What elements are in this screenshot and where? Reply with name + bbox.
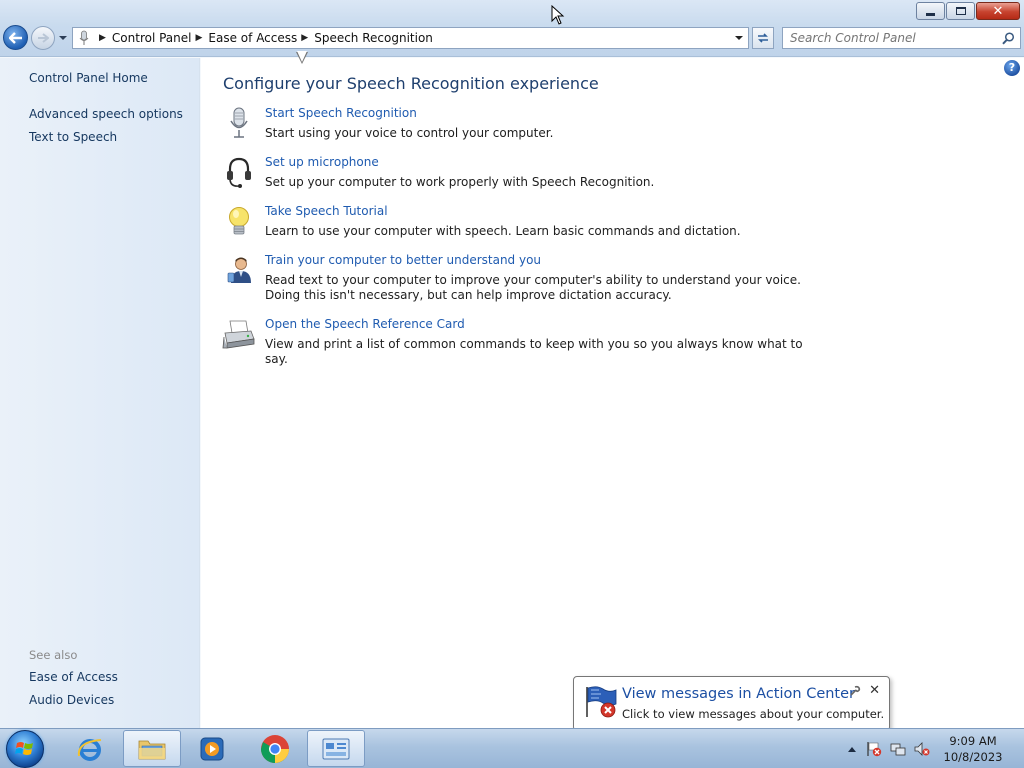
taskbar-windows-explorer[interactable] bbox=[123, 730, 181, 767]
minimize-button[interactable] bbox=[916, 2, 945, 20]
refresh-button[interactable] bbox=[752, 27, 774, 49]
recent-pages-chevron-icon[interactable] bbox=[58, 33, 68, 43]
media-player-icon bbox=[200, 737, 224, 760]
back-button[interactable] bbox=[3, 25, 28, 50]
sidebar-item-ease-of-access[interactable]: Ease of Access bbox=[29, 670, 118, 684]
taskbar-media-player[interactable] bbox=[183, 730, 241, 767]
show-hidden-icons-icon[interactable] bbox=[847, 745, 857, 753]
train-computer-link[interactable]: Train your computer to better understand… bbox=[265, 253, 541, 267]
window-frame: ✕ ▶ Control Panel ▶ Ease of Access ▶ Spe… bbox=[0, 0, 1024, 57]
sidebar-item-advanced-speech-options[interactable]: Advanced speech options bbox=[29, 107, 183, 121]
balloon-tail-inner bbox=[297, 51, 307, 62]
task-start-speech-recognition: Start Speech Recognition Start using you… bbox=[221, 106, 821, 146]
task-description: Start using your voice to control your c… bbox=[265, 126, 554, 140]
breadcrumb-separator-icon[interactable]: ▶ bbox=[99, 33, 106, 43]
back-arrow-icon bbox=[8, 31, 22, 44]
breadcrumb-speech-recognition[interactable]: Speech Recognition bbox=[314, 31, 433, 45]
start-speech-recognition-link[interactable]: Start Speech Recognition bbox=[265, 106, 417, 120]
wrench-options-icon[interactable] bbox=[849, 685, 861, 697]
lightbulb-icon bbox=[229, 207, 249, 235]
breadcrumb-control-panel[interactable]: Control Panel bbox=[112, 31, 192, 45]
action-center-balloon[interactable]: View messages in Action Center Click to … bbox=[573, 676, 890, 731]
task-speech-reference-card: Open the Speech Reference Card View and … bbox=[221, 317, 821, 366]
sidebar-item-audio-devices[interactable]: Audio Devices bbox=[29, 693, 114, 707]
balloon-close-icon[interactable]: ✕ bbox=[869, 683, 880, 698]
task-description: View and print a list of common commands… bbox=[265, 337, 803, 366]
control-panel-icon bbox=[322, 738, 350, 759]
start-button[interactable] bbox=[6, 730, 44, 768]
network-tray-icon[interactable] bbox=[890, 741, 906, 757]
set-up-microphone-link[interactable]: Set up microphone bbox=[265, 155, 379, 169]
sidebar: Control Panel Home Advanced speech optio… bbox=[0, 58, 200, 728]
search-icon[interactable] bbox=[1002, 32, 1015, 45]
balloon-message: Click to view messages about your comput… bbox=[622, 707, 885, 721]
forward-arrow-icon bbox=[38, 33, 49, 43]
help-icon[interactable]: ? bbox=[1004, 60, 1020, 76]
page-title: Configure your Speech Recognition experi… bbox=[223, 74, 599, 93]
sidebar-item-control-panel-home[interactable]: Control Panel Home bbox=[29, 71, 148, 85]
task-set-up-microphone: Set up microphone Set up your computer t… bbox=[221, 155, 821, 195]
taskbar-internet-explorer[interactable] bbox=[61, 730, 119, 767]
clock-time: 9:09 AM bbox=[949, 734, 997, 748]
caption-buttons: ✕ bbox=[916, 2, 1020, 20]
volume-muted-tray-icon[interactable] bbox=[914, 741, 930, 757]
microphone-icon bbox=[230, 107, 248, 138]
refresh-icon bbox=[758, 33, 768, 43]
action-center-flag-icon bbox=[586, 686, 617, 718]
taskbar: 9:09 AM 10/8/2023 bbox=[0, 728, 1024, 768]
breadcrumb-ease-of-access[interactable]: Ease of Access bbox=[208, 31, 297, 45]
sidebar-item-text-to-speech[interactable]: Text to Speech bbox=[29, 130, 117, 144]
printer-icon bbox=[222, 320, 255, 349]
folder-icon bbox=[138, 740, 166, 759]
task-description: Learn to use your computer with speech. … bbox=[265, 224, 741, 238]
speech-address-icon bbox=[73, 28, 95, 48]
take-speech-tutorial-link[interactable]: Take Speech Tutorial bbox=[265, 204, 388, 218]
see-also-heading: See also bbox=[29, 648, 78, 662]
forward-button[interactable] bbox=[31, 26, 55, 50]
open-speech-reference-card-link[interactable]: Open the Speech Reference Card bbox=[265, 317, 465, 331]
restore-button[interactable] bbox=[946, 2, 975, 20]
address-dropdown-icon[interactable] bbox=[734, 33, 744, 43]
balloon-title[interactable]: View messages in Action Center bbox=[622, 686, 855, 702]
headset-icon bbox=[227, 157, 251, 188]
task-speech-tutorial: Take Speech Tutorial Learn to use your c… bbox=[221, 204, 821, 244]
taskbar-control-panel[interactable] bbox=[307, 730, 365, 767]
task-train-computer: Train your computer to better understand… bbox=[221, 253, 821, 309]
search-input[interactable] bbox=[790, 31, 990, 45]
minimize-icon bbox=[926, 13, 935, 16]
action-center-tray-icon[interactable] bbox=[866, 741, 882, 757]
close-button[interactable]: ✕ bbox=[976, 2, 1020, 20]
task-description: Set up your computer to work properly wi… bbox=[265, 175, 655, 189]
mouse-cursor-icon bbox=[551, 5, 565, 25]
taskbar-clock[interactable]: 9:09 AM 10/8/2023 bbox=[938, 733, 1008, 765]
breadcrumb-separator-icon[interactable]: ▶ bbox=[301, 33, 308, 43]
task-description: Read text to your computer to improve yo… bbox=[265, 273, 801, 302]
internet-explorer-icon bbox=[77, 738, 102, 761]
taskbar-chrome[interactable] bbox=[246, 730, 304, 767]
clock-date: 10/8/2023 bbox=[943, 750, 1003, 764]
breadcrumb-separator-icon[interactable]: ▶ bbox=[196, 33, 203, 43]
restore-icon bbox=[955, 7, 966, 15]
user-icon bbox=[227, 257, 251, 283]
main-content: ? Configure your Speech Recognition expe… bbox=[201, 58, 1024, 728]
close-icon: ✕ bbox=[992, 3, 1004, 19]
search-box[interactable] bbox=[782, 27, 1021, 49]
windows-logo-icon bbox=[15, 742, 33, 755]
address-bar[interactable]: ▶ Control Panel ▶ Ease of Access ▶ Speec… bbox=[72, 27, 749, 49]
chrome-icon bbox=[261, 734, 289, 763]
